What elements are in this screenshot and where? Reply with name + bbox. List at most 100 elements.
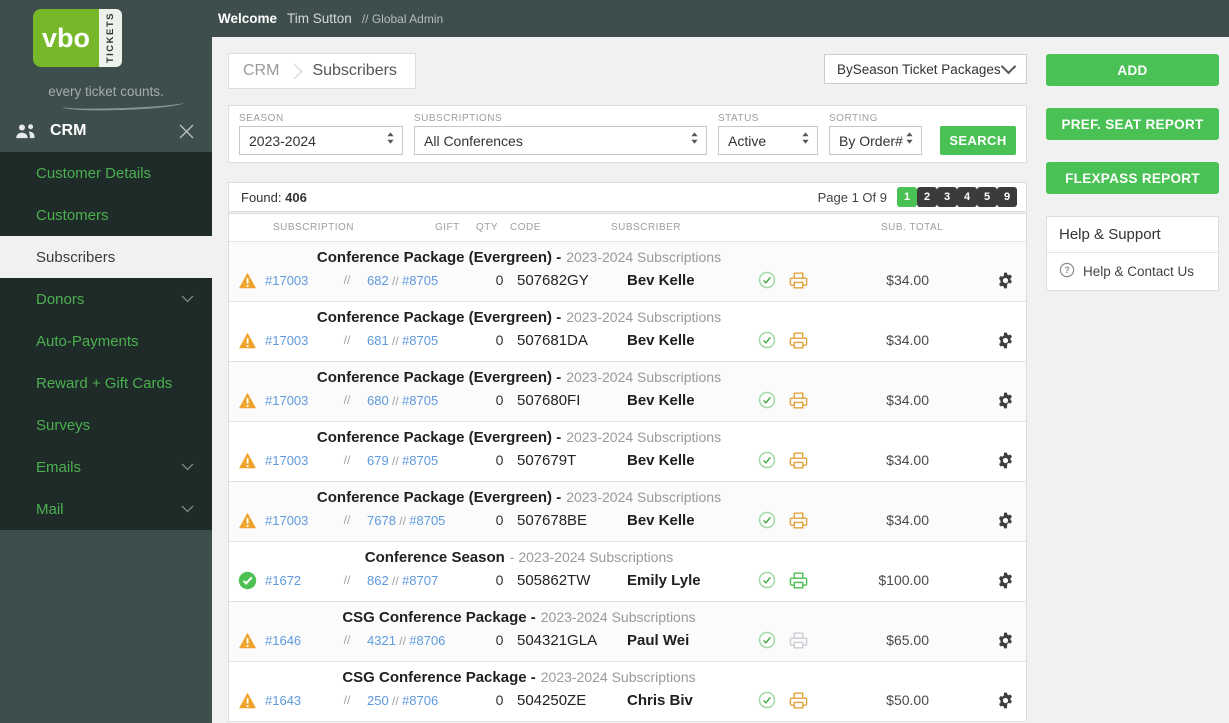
qty-cell: 0 <box>482 332 517 348</box>
page-button-9[interactable]: 9 <box>997 187 1017 207</box>
order-link[interactable]: #1672 <box>265 573 327 588</box>
order-link[interactable]: #17003 <box>265 273 327 288</box>
settings-gear-icon[interactable] <box>996 391 1015 410</box>
printer-icon[interactable] <box>782 512 814 529</box>
printer-icon[interactable] <box>782 632 814 649</box>
view-select[interactable]: BySeason Ticket Packages <box>824 54 1027 84</box>
qty-cell: 0 <box>482 392 517 408</box>
sorting-select[interactable]: By Order# <box>829 126 922 155</box>
confirmed-check-icon <box>752 571 782 589</box>
page-button-3[interactable]: 3 <box>937 187 957 207</box>
event-number-link[interactable]: 862 <box>367 573 389 588</box>
printer-icon[interactable] <box>782 572 814 589</box>
settings-gear-icon[interactable] <box>996 691 1015 710</box>
settings-gear-icon[interactable] <box>996 451 1015 470</box>
event-id-link[interactable]: #8705 <box>402 273 438 288</box>
order-link[interactable]: #17003 <box>265 333 327 348</box>
sidebar-item-customers[interactable]: Customers <box>0 194 212 236</box>
season-select[interactable]: 2023-2024 <box>239 126 403 155</box>
sorting-filter: SORTING By Order# <box>829 111 922 155</box>
order-link[interactable]: #1646 <box>265 633 327 648</box>
status-select[interactable]: Active <box>718 126 818 155</box>
event-id-link[interactable]: #8705 <box>402 393 438 408</box>
question-circle-icon: ? <box>1059 262 1075 281</box>
event-number-link[interactable]: 680 <box>367 393 389 408</box>
breadcrumb-current: Subscribers <box>312 62 396 80</box>
subscriptions-select[interactable]: All Conferences <box>414 126 707 155</box>
sidebar-item-emails[interactable]: Emails <box>0 446 212 488</box>
separator: // <box>327 393 367 407</box>
event-id-link[interactable]: #8705 <box>402 333 438 348</box>
settings-gear-icon[interactable] <box>996 511 1015 530</box>
page-button-4[interactable]: 4 <box>957 187 977 207</box>
separator: // <box>396 514 409 528</box>
subscription-row-line: #17003//682 // #87050507682GYBev Kelle$3… <box>229 265 1026 295</box>
printer-icon[interactable] <box>782 392 814 409</box>
page-button-5[interactable]: 5 <box>977 187 997 207</box>
help-contact-link[interactable]: ? Help & Contact Us <box>1047 253 1218 290</box>
order-link[interactable]: #17003 <box>265 393 327 408</box>
printer-icon[interactable] <box>782 692 814 709</box>
sidebar-item-customer-details[interactable]: Customer Details <box>0 152 212 194</box>
close-icon[interactable] <box>177 122 196 141</box>
warning-icon <box>229 692 265 709</box>
sidebar-item-label: Emails <box>36 459 181 476</box>
sidebar-item-donors[interactable]: Donors <box>0 278 212 320</box>
select-spinner-icon <box>905 131 914 150</box>
tickets-stub: TICKETS <box>99 9 122 67</box>
flexpass-report-button[interactable]: FLEXPASS REPORT <box>1046 162 1219 194</box>
subscription-title-rest: 2023-2024 Subscriptions <box>566 369 721 385</box>
page-buttons: 123459 <box>897 187 1017 207</box>
subscriptions-filter: SUBSCRIPTIONS All Conferences <box>414 111 707 155</box>
subscription-title-bold: Conference Season <box>365 549 505 566</box>
order-link[interactable]: #17003 <box>265 513 327 528</box>
printer-icon[interactable] <box>782 452 814 469</box>
pagination: Page 1 Of 9 123459 <box>818 187 1017 207</box>
page-indicator: Page 1 Of 9 <box>818 190 887 205</box>
page-button-1[interactable]: 1 <box>897 187 917 207</box>
printer-icon[interactable] <box>782 332 814 349</box>
settings-gear-icon[interactable] <box>996 331 1015 350</box>
breadcrumb-crm[interactable]: CRM <box>243 62 279 80</box>
subscription-title-rest: - 2023-2024 Subscriptions <box>510 549 673 565</box>
event-number-link[interactable]: 681 <box>367 333 389 348</box>
settings-gear-icon[interactable] <box>996 631 1015 650</box>
event-id-link[interactable]: #8707 <box>402 573 438 588</box>
pref-seat-report-button[interactable]: PREF. SEAT REPORT <box>1046 108 1219 140</box>
vbo-tickets-logo[interactable]: vbo TICKETS <box>33 9 122 67</box>
event-number-link[interactable]: 679 <box>367 453 389 468</box>
event-id-link[interactable]: #8706 <box>409 633 445 648</box>
search-button[interactable]: SEARCH <box>940 126 1016 155</box>
printer-icon[interactable] <box>782 272 814 289</box>
event-number-link[interactable]: 7678 <box>367 513 396 528</box>
settings-gear-icon[interactable] <box>996 271 1015 290</box>
user-name[interactable]: Tim Sutton <box>287 11 352 26</box>
order-link[interactable]: #1643 <box>265 693 327 708</box>
event-id-link[interactable]: #8705 <box>402 453 438 468</box>
table-row: Conference Package (Evergreen) -2023-202… <box>229 302 1026 362</box>
sidebar-item-mail[interactable]: Mail <box>0 488 212 530</box>
sidebar-item-reward-gift-cards[interactable]: Reward + Gift Cards <box>0 362 212 404</box>
qty-cell: 0 <box>482 572 517 588</box>
sidebar-item-subscribers[interactable]: Subscribers <box>0 236 212 278</box>
event-id-link[interactable]: #8706 <box>402 693 438 708</box>
order-link[interactable]: #17003 <box>265 453 327 468</box>
subscription-row-line: #1672//862 // #87070505862TWEmily Lyle$1… <box>229 565 1026 595</box>
event-number-link[interactable]: 250 <box>367 693 389 708</box>
page-button-2[interactable]: 2 <box>917 187 937 207</box>
event-links: 681 // #8705 <box>367 333 482 348</box>
sidebar-item-surveys[interactable]: Surveys <box>0 404 212 446</box>
sidebar-item-auto-payments[interactable]: Auto-Payments <box>0 320 212 362</box>
event-number-link[interactable]: 4321 <box>367 633 396 648</box>
code-cell: 507681DA <box>517 332 627 349</box>
found-label: Found: <box>241 190 281 205</box>
event-id-link[interactable]: #8705 <box>409 513 445 528</box>
subscriber-name: Bev Kelle <box>627 272 752 289</box>
subscriber-name: Bev Kelle <box>627 332 752 349</box>
add-button[interactable]: ADD <box>1046 54 1219 86</box>
select-spinner-icon <box>386 131 395 150</box>
event-number-link[interactable]: 682 <box>367 273 389 288</box>
subtotal-cell: $34.00 <box>814 392 984 408</box>
settings-gear-icon[interactable] <box>996 571 1015 590</box>
subscription-title: Conference Package (Evergreen) -2023-202… <box>229 362 809 385</box>
